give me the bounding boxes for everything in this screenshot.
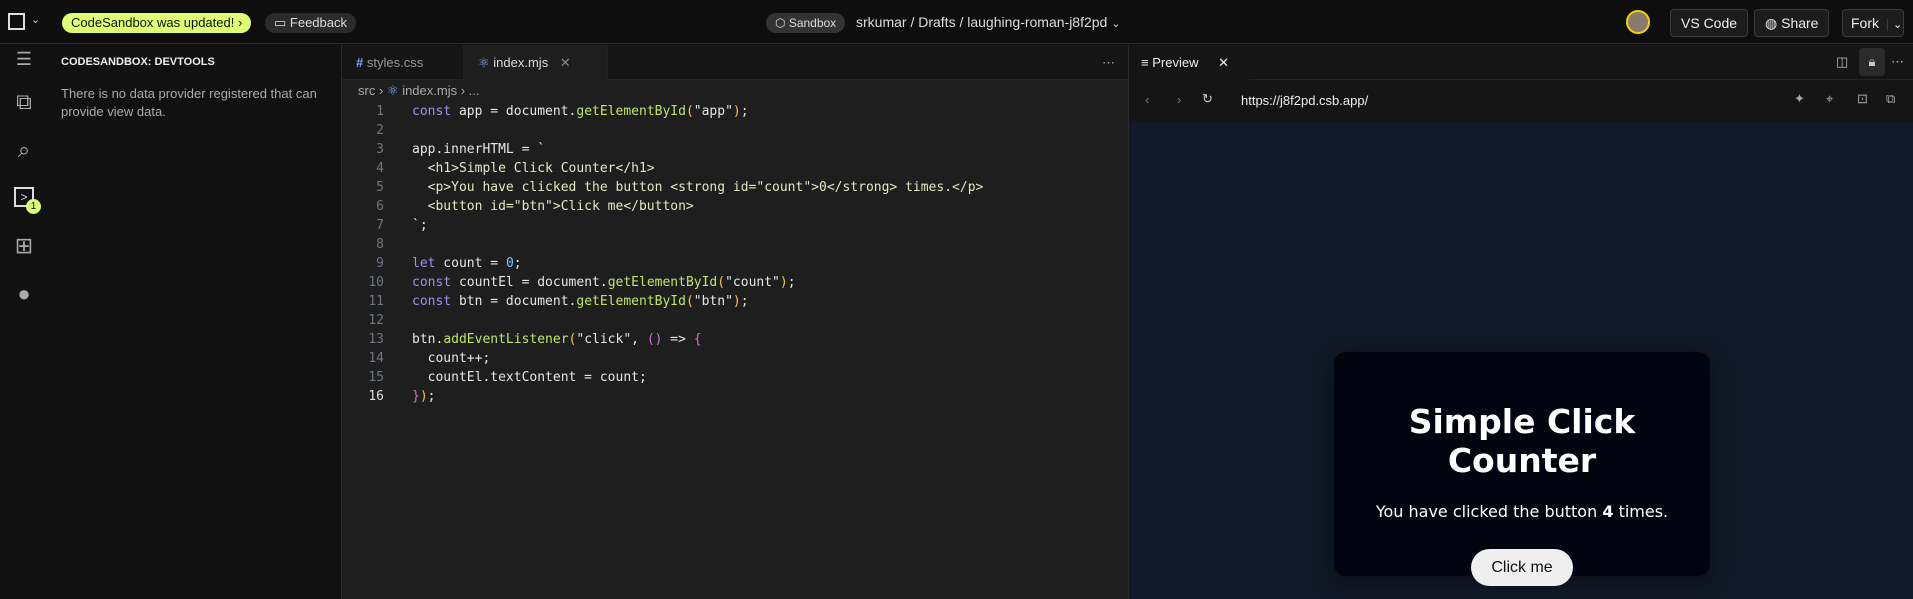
panel-title: CODESANDBOX: DEVTOOLS — [61, 56, 215, 68]
search-icon[interactable]: ⌕ — [10, 137, 38, 165]
click-count: 4 — [1602, 502, 1614, 521]
css-icon: # — [356, 55, 364, 70]
tab-preview[interactable]: ≡ Preview ✕ — [1129, 45, 1249, 81]
feedback-button[interactable]: ▭ Feedback — [265, 13, 356, 33]
open-external-icon[interactable]: ⧉ — [1886, 91, 1895, 107]
files-icon[interactable]: ⧉ — [10, 89, 38, 117]
line-number: 16 — [368, 389, 384, 404]
github-icon[interactable]: ● — [10, 281, 38, 309]
line-number: 1 — [376, 104, 384, 119]
breadcrumb-user[interactable]: srkumar — [856, 14, 907, 30]
avatar[interactable] — [1626, 10, 1650, 34]
globe-icon: ◍ — [1765, 15, 1782, 31]
top-bar: ⌄ CodeSandbox was updated! › ▭ Feedback … — [0, 0, 1913, 44]
notification-badge: 1 — [26, 199, 41, 214]
sandbox-badge: ⬡ Sandbox — [766, 13, 846, 33]
chevron-down-icon[interactable]: ⌄ — [1111, 18, 1120, 30]
breadcrumb-folder[interactable]: Drafts — [918, 14, 955, 30]
line-number: 3 — [376, 142, 384, 157]
line-number: 13 — [368, 332, 384, 347]
split-icon[interactable]: ◫ — [1836, 54, 1848, 70]
sparkle-icon[interactable]: ✦ — [1794, 91, 1805, 107]
editor-breadcrumb[interactable]: src › ⚛ index.mjs › ... — [358, 83, 480, 99]
line-number: 2 — [376, 123, 384, 138]
forward-icon[interactable]: › — [1177, 92, 1181, 107]
extensions-icon[interactable]: ⊞ — [10, 233, 38, 261]
update-badge-label: CodeSandbox was updated! — [71, 15, 235, 30]
line-number: 12 — [368, 313, 384, 328]
line-number: 14 — [368, 351, 384, 366]
more-actions-icon[interactable]: ⋯ — [1088, 45, 1115, 80]
line-number: 7 — [376, 218, 384, 233]
line-number: 6 — [376, 199, 384, 214]
close-icon[interactable]: ✕ — [560, 55, 571, 70]
share-button[interactable]: ◍ Share — [1754, 9, 1830, 37]
code-area[interactable]: 1 2 3 4 5 6 7 8 9 10 11 12 13 14 15 16 const app = docu… — [342, 102, 1128, 599]
breadcrumb[interactable]: srkumar / Drafts / laughing-roman-j8f2pd… — [856, 14, 1120, 30]
reload-icon[interactable]: ↻ — [1202, 91, 1213, 107]
console-icon[interactable]: ⊡ — [1857, 91, 1868, 107]
tab-index-mjs[interactable]: ⚛ index.mjs ✕ — [463, 45, 608, 80]
fork-button[interactable]: Fork ⌄ — [1842, 9, 1904, 37]
counter-text: You have clicked the button 4 times. — [1375, 502, 1669, 521]
code-editor: # styles.css ⚛ index.mjs ✕ ⋯ src › ⚛ ind… — [342, 45, 1128, 599]
devtools-icon[interactable]: > 1 — [10, 185, 41, 214]
more-actions-icon[interactable]: ⋯ — [1891, 54, 1904, 70]
line-number: 8 — [376, 237, 384, 252]
counter-card: Simple Click Counter You have clicked th… — [1334, 352, 1710, 586]
click-me-button[interactable]: Click me — [1471, 549, 1573, 586]
devtools-panel: CODESANDBOX: DEVTOOLS There is no data p… — [48, 45, 342, 599]
lock-icon[interactable]: 🔒︎ — [1859, 48, 1885, 76]
address-bar: ‹ › ↻ https://j8f2pd.csb.app/ ✦ ⌖ ⊡ ⧉ — [1129, 81, 1913, 122]
preview-content: Simple Click Counter You have clicked th… — [1129, 122, 1913, 599]
line-number: 9 — [376, 256, 384, 271]
activity-bar: ☰ ⧉ ⌕ > 1 ⊞ ● — [0, 45, 48, 599]
feedback-label: Feedback — [289, 15, 347, 30]
comment-icon: ▭ — [274, 15, 290, 30]
preview-icon: ≡ — [1141, 55, 1149, 70]
line-number: 11 — [368, 294, 384, 309]
close-icon[interactable]: ✕ — [1218, 55, 1229, 70]
line-number: 15 — [368, 370, 384, 385]
preview-tabs: ≡ Preview ✕ ◫ 🔒︎ ⋯ — [1129, 45, 1913, 81]
cube-icon: ⬡ — [775, 16, 789, 30]
preview-panel: ≡ Preview ✕ ◫ 🔒︎ ⋯ ‹ › ↻ https://j8f2pd.… — [1128, 45, 1913, 599]
chevron-down-icon[interactable]: ⌄ — [1887, 19, 1903, 31]
menu-logo-icon[interactable] — [8, 13, 25, 30]
back-icon[interactable]: ‹ — [1145, 92, 1149, 107]
url-input[interactable]: https://j8f2pd.csb.app/ — [1241, 93, 1368, 108]
vscode-button[interactable]: VS Code — [1670, 9, 1749, 37]
breadcrumb-sandbox[interactable]: laughing-roman-j8f2pd — [967, 14, 1107, 30]
tab-styles-css[interactable]: # styles.css — [342, 45, 463, 80]
crosshair-icon[interactable]: ⌖ — [1826, 91, 1833, 107]
chevron-down-icon[interactable]: ⌄ — [31, 13, 40, 26]
react-icon: ⚛ — [478, 55, 490, 70]
menu-icon[interactable]: ☰ — [10, 49, 38, 77]
line-number: 10 — [368, 275, 384, 290]
editor-tabs: # styles.css ⚛ index.mjs ✕ ⋯ — [342, 45, 1128, 80]
empty-message: There is no data provider registered tha… — [61, 86, 317, 119]
update-badge[interactable]: CodeSandbox was updated! › — [62, 13, 252, 33]
line-number: 4 — [376, 161, 384, 176]
counter-title: Simple Click Counter — [1408, 402, 1636, 480]
line-number: 5 — [376, 180, 384, 195]
